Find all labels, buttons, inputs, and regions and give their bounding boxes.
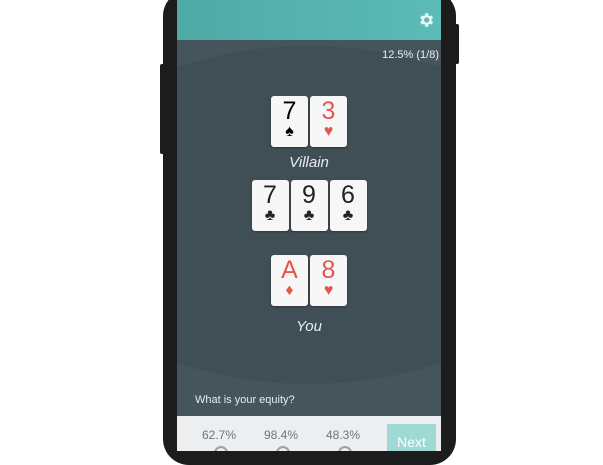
board-cards: 7 ♣ 9 ♣ 6 ♣: [177, 180, 441, 231]
card-rank: 8: [321, 256, 336, 284]
playing-card: 9 ♣: [290, 180, 328, 231]
club-icon: ♣: [264, 207, 276, 224]
answer-option-2[interactable]: 98.4%: [264, 428, 298, 442]
answer-radio-3[interactable]: [338, 446, 352, 451]
question-text: What is your equity?: [195, 394, 295, 406]
power-button: [454, 24, 459, 64]
playing-card: 6 ♣: [329, 180, 367, 231]
villain-label: Villain: [289, 154, 329, 171]
villain-hand: 7 ♠ 3 ♥: [177, 96, 441, 147]
progress-indicator: 12.5% (1/8): [382, 49, 439, 61]
volume-button: [160, 64, 165, 154]
club-icon: ♣: [303, 207, 315, 224]
card-rank: 6: [341, 181, 355, 209]
diamond-icon: ♦: [285, 282, 294, 299]
playing-card: A ♦: [271, 255, 308, 306]
heart-icon: ♥: [323, 123, 334, 140]
playing-card: 7 ♠: [271, 96, 308, 147]
playing-card: 8 ♥: [310, 255, 347, 306]
heart-icon: ♥: [323, 282, 334, 299]
answer-option-3[interactable]: 48.3%: [326, 428, 360, 442]
next-button[interactable]: Next: [387, 424, 436, 451]
card-rank: 7: [282, 97, 297, 125]
answer-radio-1[interactable]: [214, 446, 228, 451]
hero-label: You: [296, 318, 322, 335]
answer-option-1[interactable]: 62.7%: [202, 428, 236, 442]
card-rank: 9: [302, 181, 316, 209]
app-screen: 12.5% (1/8) 7 ♠ 3 ♥ Villain 7 ♣ 9 ♣ 6 ♣ …: [177, 0, 441, 451]
gear-icon[interactable]: [415, 9, 437, 31]
playing-card: 3 ♥: [310, 96, 347, 147]
app-bar: [177, 0, 441, 40]
card-rank: 7: [263, 181, 277, 209]
spade-icon: ♠: [285, 123, 294, 140]
hero-hand: A ♦ 8 ♥: [177, 255, 441, 306]
card-rank: 3: [321, 97, 336, 125]
club-icon: ♣: [342, 207, 354, 224]
answer-radio-2[interactable]: [276, 446, 290, 451]
playing-card: 7 ♣: [251, 180, 289, 231]
card-rank: A: [281, 256, 298, 284]
